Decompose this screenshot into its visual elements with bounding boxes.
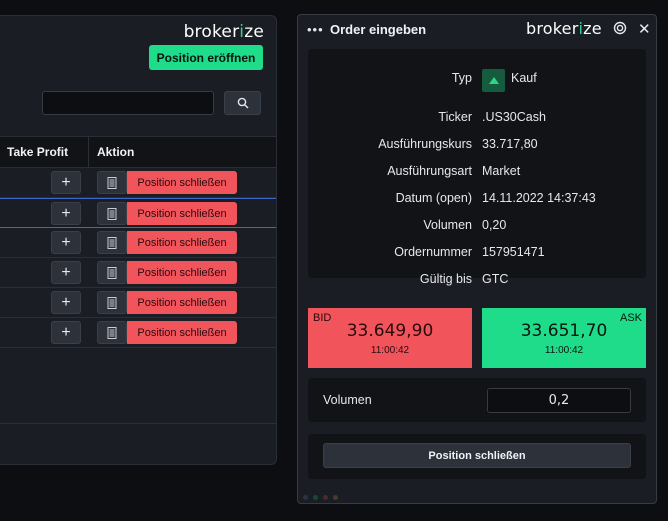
status-dot <box>323 495 328 500</box>
detail-row-typ: Typ Kauf <box>308 69 646 92</box>
close-position-submit-button[interactable]: Position schließen <box>323 443 631 468</box>
search-input[interactable] <box>42 91 214 115</box>
table-header: Take Profit Aktion <box>0 136 276 168</box>
order-dialog: ••• Order eingeben brokerize ✕ Typ Kauf … <box>297 14 657 504</box>
detail-row-ticker: Ticker .US30Cash <box>438 110 546 124</box>
add-button[interactable]: + <box>51 171 81 194</box>
close-position-button[interactable]: Position schließen <box>127 231 237 254</box>
positions-panel: brokerize Position eröffnen Take Profit … <box>0 15 277 465</box>
brokerize-logo: brokerize <box>183 22 264 42</box>
table-footer-divider <box>0 423 276 424</box>
details-button[interactable] <box>97 202 127 225</box>
table-row[interactable]: + Position schließen <box>0 318 276 348</box>
more-dots-icon[interactable]: ••• <box>307 22 324 37</box>
bid-time: 11:00:42 <box>370 345 410 356</box>
table-row[interactable]: + Position schließen <box>0 258 276 288</box>
status-dot <box>313 495 318 500</box>
add-button[interactable]: + <box>51 202 81 225</box>
table-row[interactable]: + Position schließen <box>0 288 276 318</box>
detail-row-gueltig: Gültig bis GTC <box>419 272 509 286</box>
detail-row-volumen: Volumen 0,20 <box>423 218 507 232</box>
brokerize-logo: brokerize <box>526 19 602 38</box>
bid-price: 33.649,90 <box>346 321 434 341</box>
details-button[interactable] <box>97 291 127 314</box>
close-position-button[interactable]: Position schließen <box>127 291 237 314</box>
buy-arrow-icon <box>482 69 505 92</box>
add-button[interactable]: + <box>51 261 81 284</box>
status-dot <box>333 495 338 500</box>
document-icon <box>107 176 117 189</box>
add-button[interactable]: + <box>51 231 81 254</box>
document-icon <box>107 236 117 249</box>
search-icon <box>237 97 248 109</box>
ask-time: 11:00:42 <box>544 345 584 356</box>
close-position-button[interactable]: Position schließen <box>127 321 237 344</box>
table-row[interactable]: + Position schließen <box>0 168 276 198</box>
close-icon[interactable]: ✕ <box>638 20 651 38</box>
order-details: Typ Kauf Ticker .US30Cash Ausführungskur… <box>308 49 646 286</box>
search-button[interactable] <box>224 91 261 115</box>
submit-section: Position schließen <box>308 434 646 479</box>
ask-quote[interactable]: ASK 33.651,70 11:00:42 <box>482 308 646 368</box>
table-row[interactable]: + Position schließen <box>0 228 276 258</box>
add-button[interactable]: + <box>51 291 81 314</box>
column-take-profit[interactable]: Take Profit <box>7 137 68 168</box>
column-aktion[interactable]: Aktion <box>97 137 134 168</box>
dialog-title: Order eingeben <box>330 22 427 37</box>
details-button[interactable] <box>97 231 127 254</box>
ask-price: 33.651,70 <box>520 321 608 341</box>
open-position-button[interactable]: Position eröffnen <box>149 45 263 70</box>
document-icon <box>107 207 117 220</box>
status-dot <box>303 495 308 500</box>
detail-row-datum: Datum (open) 14.11.2022 14:37:43 <box>395 191 596 205</box>
bid-quote[interactable]: BID 33.649,90 11:00:42 <box>308 308 472 368</box>
detail-row-art: Ausführungsart Market <box>387 164 521 178</box>
detail-row-kurs: Ausführungskurs 33.717,80 <box>378 137 538 151</box>
table-row[interactable]: + Position schließen <box>0 198 276 228</box>
details-button[interactable] <box>97 261 127 284</box>
close-position-button[interactable]: Position schließen <box>127 261 237 284</box>
details-button[interactable] <box>97 171 127 194</box>
document-icon <box>107 326 117 339</box>
detail-row-ordernummer: Ordernummer 157951471 <box>394 245 545 259</box>
add-button[interactable]: + <box>51 321 81 344</box>
details-button[interactable] <box>97 321 127 344</box>
document-icon <box>107 266 117 279</box>
volume-section: Volumen <box>308 378 646 422</box>
document-icon <box>107 296 117 309</box>
volume-label: Volumen <box>323 393 372 407</box>
pin-icon[interactable] <box>613 21 627 35</box>
close-position-button[interactable]: Position schließen <box>127 171 237 194</box>
status-dots <box>303 495 338 500</box>
close-position-button[interactable]: Position schließen <box>127 202 237 225</box>
volume-input[interactable] <box>487 388 631 413</box>
positions-table-body: + Position schließen + Position schließe… <box>0 168 276 348</box>
